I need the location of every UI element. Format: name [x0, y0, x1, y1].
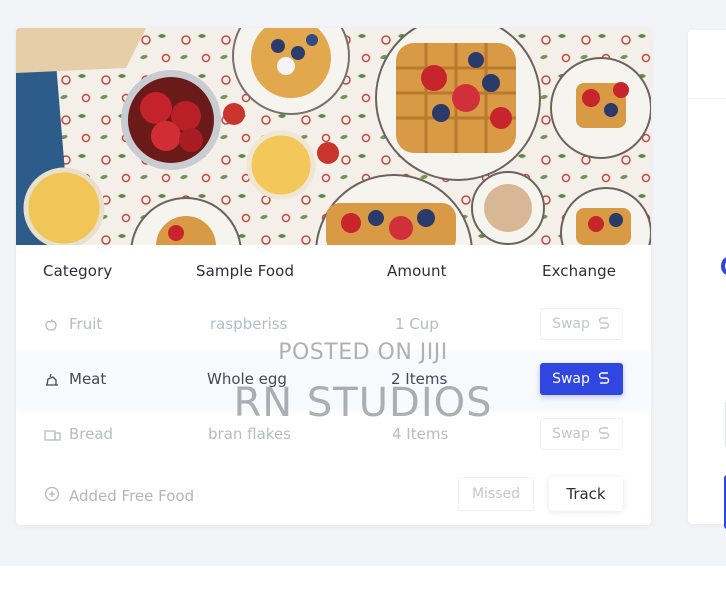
- row-sample-food: bran flakes: [208, 425, 291, 443]
- table-row: Meat Whole egg 2 Items Swap: [16, 352, 651, 407]
- swap-icon: [597, 315, 611, 333]
- side-panel-card: [688, 30, 726, 529]
- header-sample-food: Sample Food: [196, 262, 295, 280]
- breakfast-hero-image: [16, 28, 651, 245]
- meat-icon: [44, 372, 60, 388]
- bread-icon: [44, 427, 61, 443]
- plus-circle-icon: [44, 486, 60, 506]
- missed-button[interactable]: Missed: [458, 477, 534, 511]
- header-category: Category: [43, 262, 113, 280]
- row-sample-food: Whole egg: [207, 370, 287, 388]
- table-row: Bread bran flakes 4 Items Swap: [16, 407, 651, 462]
- table-row: Fruit raspberiss 1 Cup Swap: [16, 297, 651, 352]
- swap-icon: [597, 425, 611, 443]
- side-divider: [688, 98, 726, 99]
- swap-label: Swap: [552, 426, 590, 442]
- swap-button[interactable]: Swap: [540, 363, 623, 395]
- row-amount: 2 Items: [391, 370, 448, 388]
- progress-ring-icon: [721, 257, 726, 275]
- swap-label: Swap: [552, 316, 590, 332]
- row-amount: 4 Items: [392, 425, 449, 443]
- swap-icon: [597, 370, 611, 388]
- row-sample-food: raspberiss: [210, 315, 288, 333]
- apple-icon: [44, 317, 60, 333]
- table-header: Category Sample Food Amount Exchange: [16, 245, 651, 297]
- swap-button[interactable]: Swap: [540, 308, 623, 340]
- row-category: Fruit: [69, 315, 103, 333]
- added-free-food-label: Added Free Food: [69, 487, 195, 505]
- row-category: Meat: [69, 370, 107, 388]
- header-exchange: Exchange: [542, 262, 617, 280]
- track-button[interactable]: Track: [549, 477, 623, 511]
- header-amount: Amount: [387, 262, 447, 280]
- swap-label: Swap: [552, 371, 590, 387]
- added-free-food-button[interactable]: Added Free Food: [44, 486, 194, 506]
- row-amount: 1 Cup: [395, 315, 439, 333]
- food-exchange-card: Category Sample Food Amount Exchange Fru…: [16, 28, 651, 525]
- swap-button[interactable]: Swap: [540, 418, 623, 450]
- row-category: Bread: [69, 425, 114, 443]
- page-bottom-band: [0, 566, 726, 611]
- table-footer: Added Free Food Missed Track: [16, 470, 651, 525]
